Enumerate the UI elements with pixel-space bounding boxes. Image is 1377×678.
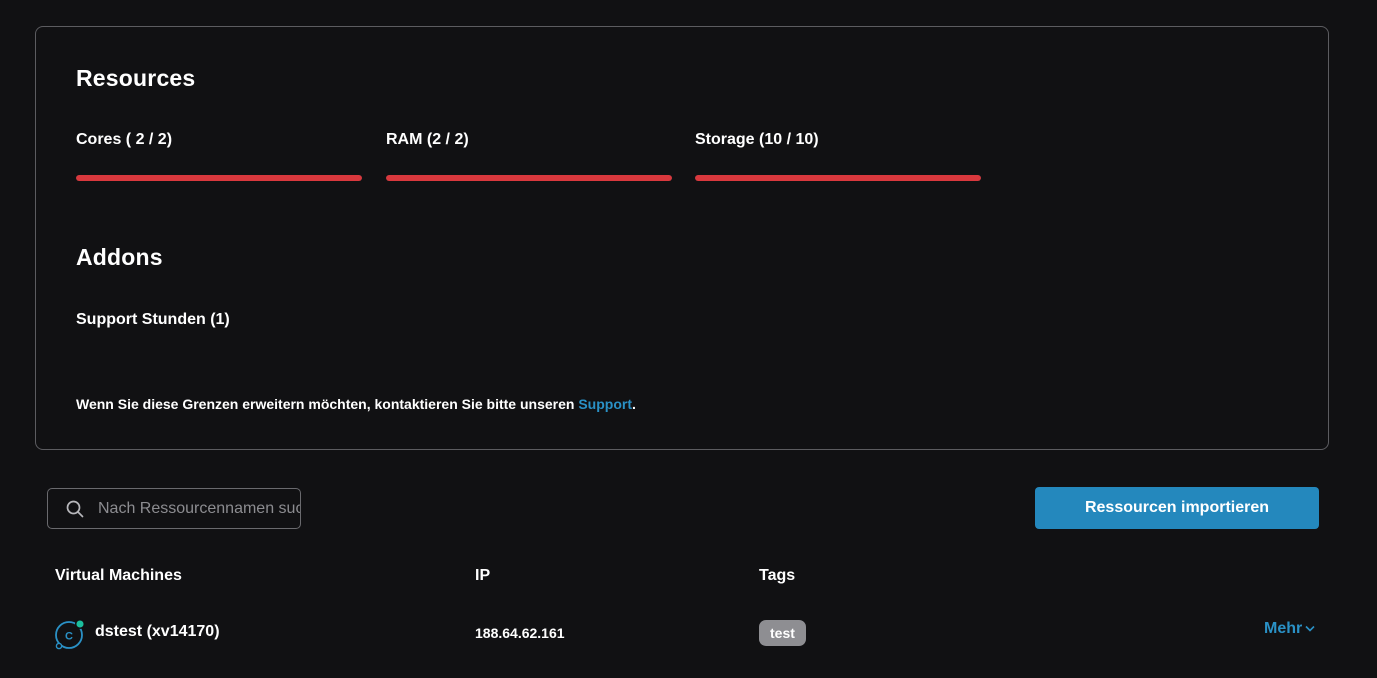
addons-heading: Addons [76, 244, 163, 270]
vm-icon: C [55, 618, 86, 650]
resource-cores-bar [76, 175, 362, 181]
vm-icon-letter: C [65, 631, 73, 643]
table-row[interactable]: C dstest (xv14170) 188.64.62.161 test Me… [0, 610, 1377, 658]
limits-notice-suffix: . [631, 396, 636, 412]
search-input[interactable] [98, 489, 300, 528]
import-resources-button[interactable]: Ressourcen importieren [1035, 487, 1319, 529]
search-icon [66, 500, 84, 518]
limits-notice: Wenn Sie diese Grenzen erweitern möchten… [76, 396, 636, 412]
resource-cores-label: Cores ( 2 / 2) [76, 131, 173, 148]
tag-badge: test [759, 620, 806, 646]
resource-ram-label: RAM (2 / 2) [386, 131, 469, 148]
resource-storage: Storage (10 / 10) [695, 131, 981, 181]
resources-heading: Resources [76, 65, 196, 91]
support-link[interactable]: Support [578, 396, 632, 412]
vm-ip: 188.64.62.161 [475, 625, 565, 641]
resource-ram: RAM (2 / 2) [386, 131, 672, 181]
search-box[interactable] [47, 488, 301, 529]
resources-panel: Resources Cores ( 2 / 2) RAM (2 / 2) Sto… [35, 26, 1329, 450]
resource-ram-bar [386, 175, 672, 181]
more-label: Mehr [1264, 620, 1303, 637]
column-header-ip[interactable]: IP [475, 567, 490, 585]
addon-support-hours: Support Stunden (1) [76, 311, 230, 328]
more-dropdown[interactable]: Mehr [1264, 620, 1315, 638]
resource-cores-bar-fill [76, 175, 362, 181]
resource-storage-bar [695, 175, 981, 181]
resource-ram-bar-fill [386, 175, 672, 181]
vm-name[interactable]: dstest (xv14170) [95, 623, 220, 641]
limits-notice-text: Wenn Sie diese Grenzen erweitern möchten… [76, 396, 579, 412]
resource-storage-bar-fill [695, 175, 981, 181]
resource-cores: Cores ( 2 / 2) [76, 131, 362, 181]
column-header-tags[interactable]: Tags [759, 567, 795, 585]
column-header-virtual-machines[interactable]: Virtual Machines [55, 567, 182, 585]
chevron-down-icon [1305, 626, 1315, 632]
resource-storage-label: Storage (10 / 10) [695, 131, 819, 148]
status-dot-icon [74, 618, 86, 630]
